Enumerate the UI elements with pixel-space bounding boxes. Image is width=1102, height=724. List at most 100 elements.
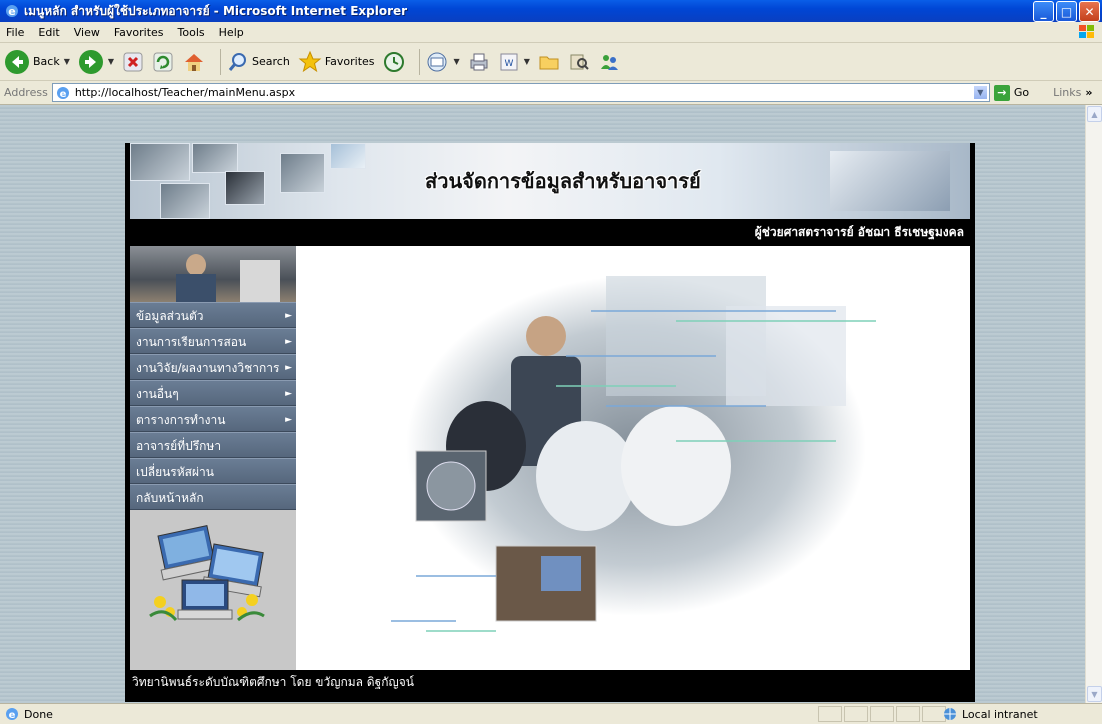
svg-text:e: e [9,710,16,721]
status-text: Done [24,707,53,721]
status-bar: e Done Local intranet [0,703,1102,724]
nav-item-label: เปลี่ยนรหัสผ่าน [136,465,214,479]
browser-viewport: ส่วนจัดการข้อมูลสำหรับอาจารย์ ผู้ช่วยศาส… [0,105,1102,703]
favorites-star-icon [298,50,322,72]
search-icon [228,52,247,71]
main-content-area [296,246,970,670]
messenger-button[interactable] [598,51,620,73]
nav-item-label: กลับหน้าหลัก [136,491,204,505]
submenu-arrow-icon: ► [285,337,292,347]
submenu-arrow-icon: ► [285,363,292,373]
go-button[interactable]: → Go [993,84,1030,101]
nav-item-change-password[interactable]: เปลี่ยนรหัสผ่าน [130,458,296,484]
search-label: Search [252,55,290,68]
window-title: เมนูหลัก สำหรับผู้ใช้ประเภทอาจารย์ - Mic… [24,3,408,18]
teacher-name-bar: ผู้ช่วยศาสตราจารย์ อัชฌา ธีรเชษฐมงคล [130,219,970,245]
nav-item-label: งานอื่นๆ [136,387,179,401]
nav-item-personal-info[interactable]: ข้อมูลส่วนตัว ► [130,302,296,328]
status-panels [818,706,946,722]
go-label: Go [1013,86,1030,99]
nav-item-research[interactable]: งานวิจัย/ผลงานทางวิชาการ ► [130,354,296,380]
edit-button[interactable]: W ▼ [498,51,530,73]
address-dropdown-icon[interactable]: ▼ [972,85,988,100]
laptops-illustration [130,516,296,670]
nav-item-teaching[interactable]: งานการเรียนการสอน ► [130,328,296,354]
printer-icon [470,53,488,70]
favorites-button[interactable]: Favorites [298,50,375,74]
scroll-down-icon[interactable]: ▼ [1087,686,1102,702]
intranet-icon [944,708,956,720]
history-icon [383,51,404,72]
address-label: Address [4,86,48,99]
word-edit-icon: W [500,53,518,70]
nav-item-label: งานการเรียนการสอน [136,335,247,349]
mail-dropdown-icon[interactable]: ▼ [454,57,460,66]
toolbar-separator [220,48,222,75]
nav-item-label: ข้อมูลส่วนตัว [136,309,204,323]
menu-view[interactable]: View [74,26,100,39]
research-icon [570,54,589,70]
window-titlebar: e เมนูหลัก สำหรับผู้ใช้ประเภทอาจารย์ - M… [0,0,1102,22]
forward-button[interactable]: ▼ [78,49,114,75]
menu-tools[interactable]: Tools [178,26,205,39]
back-dropdown-icon[interactable]: ▼ [64,57,70,66]
sidebar-nav: ข้อมูลส่วนตัว ► งานการเรียนการสอน ► งานวิจ… [130,302,296,510]
discuss-button[interactable] [538,51,560,73]
refresh-icon [153,52,173,71]
back-button[interactable]: Back ▼ [4,49,70,75]
address-input[interactable]: e http://localhost/Teacher/mainMenu.aspx… [51,83,990,102]
mail-button[interactable]: ▼ [426,51,460,73]
messenger-icon [600,54,618,70]
menu-help[interactable]: Help [219,26,244,39]
page-footer: วิทยานิพนธ์ระดับบัณฑิตศึกษา โดย ขวัญกมล … [130,670,970,694]
windows-logo-icon [1079,25,1094,38]
home-icon [185,53,204,71]
submenu-arrow-icon: ► [285,311,292,321]
history-button[interactable] [383,51,405,73]
mail-icon [427,52,447,71]
nav-item-label: ตารางการทำงาน [136,413,226,427]
zone-label: Local intranet [962,707,1038,721]
close-button[interactable]: ✕ [1079,1,1100,22]
refresh-button[interactable] [152,51,174,73]
address-url: http://localhost/Teacher/mainMenu.aspx [74,86,296,99]
vertical-scrollbar[interactable]: ▲ ▼ [1085,105,1102,703]
menu-bar: File Edit View Favorites Tools Help [0,22,1102,43]
teacher-page: ส่วนจัดการข้อมูลสำหรับอาจารย์ ผู้ช่วยศาส… [125,143,975,702]
page-done-icon: e [6,708,18,721]
sidebar-photo [130,246,296,302]
links-label: Links [1053,86,1082,99]
research-button[interactable] [568,51,590,73]
nav-item-schedule[interactable]: ตารางการทำงาน ► [130,406,296,432]
toolbar: Back ▼ ▼ Search Favorites ▼ W ▼ [0,43,1102,81]
menu-file[interactable]: File [6,26,24,39]
stop-button[interactable] [122,51,144,73]
scroll-up-icon[interactable]: ▲ [1087,106,1102,122]
svg-text:W: W [504,59,513,69]
nav-item-other-work[interactable]: งานอื่นๆ ► [130,380,296,406]
print-button[interactable] [468,51,490,73]
links-button[interactable]: Links» [1053,86,1092,99]
search-button[interactable]: Search [227,51,290,73]
menu-edit[interactable]: Edit [38,26,59,39]
nav-item-label: งานวิจัย/ผลงานทางวิชาการ [136,361,280,375]
maximize-button[interactable]: □ [1056,1,1077,22]
nav-item-back-home[interactable]: กลับหน้าหลัก [130,484,296,510]
submenu-arrow-icon: ► [285,415,292,425]
home-button[interactable] [182,50,206,74]
svg-text:e: e [59,89,66,100]
address-bar: Address e http://localhost/Teacher/mainM… [0,81,1102,105]
nav-item-advisor[interactable]: อาจารย์ที่ปรึกษา [130,432,296,458]
forward-dropdown-icon[interactable]: ▼ [108,57,114,66]
links-chevron-icon: » [1085,86,1093,99]
forward-arrow-icon [78,49,103,74]
submenu-arrow-icon: ► [285,389,292,399]
edit-dropdown-icon[interactable]: ▼ [524,57,530,66]
ie-icon: e [6,5,18,18]
page-icon: e [56,86,69,100]
menu-favorites[interactable]: Favorites [114,26,164,39]
teacher-name: ผู้ช่วยศาสตราจารย์ อัชฌา ธีรเชษฐมงคล [754,225,964,239]
minimize-button[interactable]: _ [1033,1,1054,22]
nav-item-label: อาจารย์ที่ปรึกษา [136,439,222,453]
back-arrow-icon [5,49,29,74]
